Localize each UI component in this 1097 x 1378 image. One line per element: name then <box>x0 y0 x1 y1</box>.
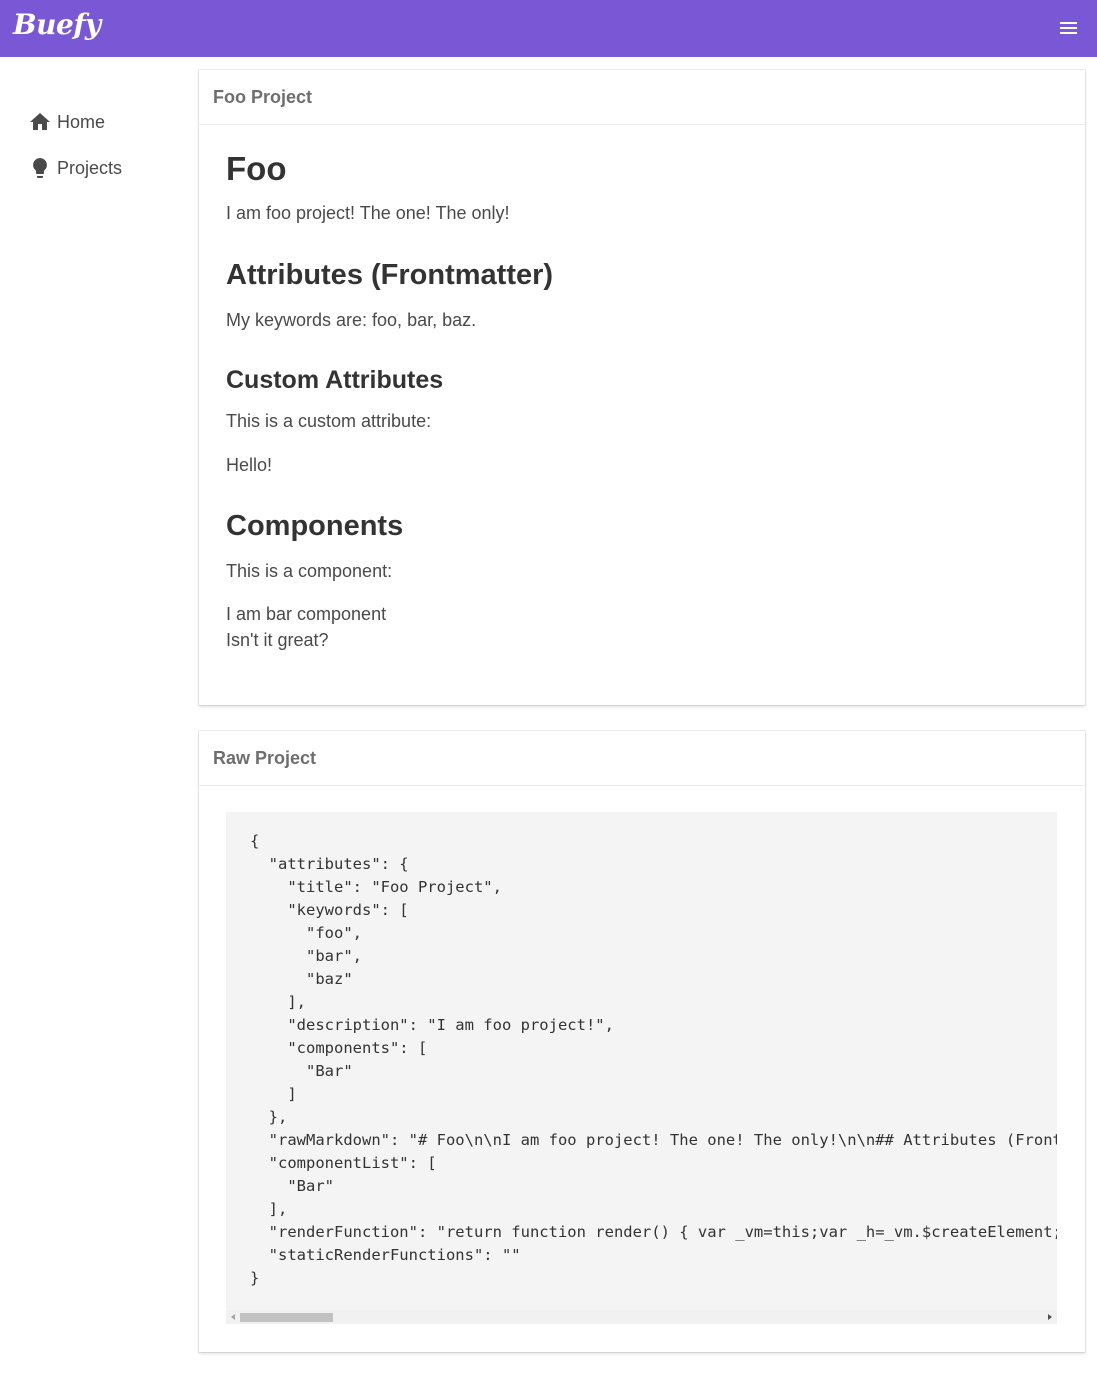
code-container: { "attributes": { "title": "Foo Project"… <box>199 786 1085 1324</box>
sidebar-item-label: Home <box>57 111 106 132</box>
sidebar-item-projects[interactable]: Projects <box>28 152 122 184</box>
scrollbar-thumb[interactable] <box>240 1313 333 1322</box>
brand-logo[interactable]: Buefy <box>13 8 101 41</box>
scroll-left-arrow-icon[interactable] <box>231 1314 235 1320</box>
bar-component-line2: Isn't it great? <box>226 630 329 650</box>
raw-json-code[interactable]: { "attributes": { "title": "Foo Project"… <box>226 812 1057 1310</box>
top-navbar: Buefy <box>0 0 1097 57</box>
hamburger-icon[interactable] <box>1057 18 1081 38</box>
custom-attributes-heading: Custom Attributes <box>226 366 444 394</box>
page-title: Foo <box>226 150 287 187</box>
home-icon <box>30 113 50 130</box>
card-title: Raw Project <box>199 731 1085 786</box>
card-title: Foo Project <box>199 70 1085 125</box>
keywords-text: My keywords are: foo, bar, baz. <box>226 310 477 330</box>
lightbulb-icon <box>33 158 47 178</box>
card-content: Foo I am foo project! The one! The only!… <box>199 125 1085 653</box>
foo-project-card: Foo Project Foo I am foo project! The on… <box>199 70 1085 705</box>
raw-project-card: Raw Project { "attributes": { "title": "… <box>199 731 1085 1352</box>
components-heading: Components <box>226 510 404 542</box>
bar-component-line1: I am bar component <box>226 604 387 624</box>
scroll-right-arrow-icon[interactable] <box>1048 1314 1052 1320</box>
custom-attribute-value: Hello! <box>226 455 273 475</box>
sidebar-item-label: Projects <box>57 157 123 178</box>
component-text: This is a component: <box>226 561 393 581</box>
horizontal-scrollbar[interactable] <box>226 1310 1057 1324</box>
sidebar-item-home[interactable]: Home <box>28 106 105 138</box>
custom-attribute-text: This is a custom attribute: <box>226 411 432 431</box>
intro-text: I am foo project! The one! The only! <box>226 203 510 223</box>
attributes-heading: Attributes (Frontmatter) <box>226 259 554 291</box>
